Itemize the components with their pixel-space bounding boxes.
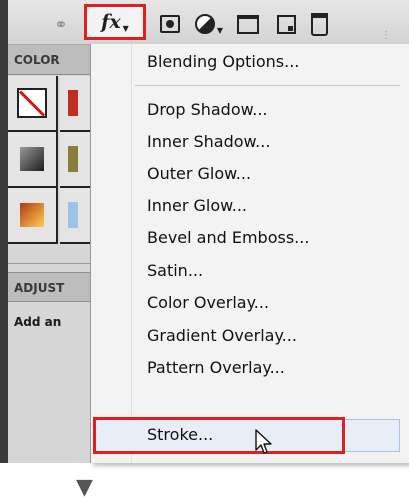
triangle-icon: ▼	[76, 475, 93, 500]
swatch-red[interactable]	[60, 76, 90, 132]
left-panel: COLOR ADJUST Add an ▼	[8, 45, 93, 500]
window-edge	[0, 0, 8, 463]
swatch-gray-gradient[interactable]	[8, 132, 58, 188]
add-mask-icon[interactable]	[159, 13, 181, 35]
folder-icon[interactable]	[236, 13, 260, 35]
mouse-cursor-icon	[255, 429, 272, 454]
menu-gutter	[91, 44, 132, 463]
menu-item-inner-shadow[interactable]: Inner Shadow...	[147, 126, 397, 158]
new-layer-icon[interactable]	[275, 13, 297, 35]
adjustment-layer-icon[interactable]: ▼	[194, 13, 224, 35]
link-icon[interactable]: ⚭	[46, 13, 76, 35]
menu-separator	[135, 85, 400, 86]
menu-item-color-overlay[interactable]: Color Overlay...	[147, 287, 397, 319]
menu-item-drop-shadow[interactable]: Drop Shadow...	[147, 94, 397, 126]
color-tab[interactable]: COLOR	[8, 45, 90, 75]
panel-divider	[8, 263, 90, 264]
menu-item-blending-options[interactable]: Blending Options...	[147, 46, 397, 78]
swatch-blue[interactable]	[60, 188, 90, 244]
menu-item-pattern-overlay[interactable]: Pattern Overlay...	[147, 352, 397, 384]
swatch-orange-gradient[interactable]	[8, 188, 58, 244]
swatch-olive[interactable]	[60, 132, 90, 188]
layer-style-menu: Blending Options... Drop Shadow... Inner…	[90, 44, 409, 463]
trash-icon[interactable]	[307, 12, 331, 36]
fx-icon[interactable]: fx ▼	[84, 4, 146, 40]
add-adjustment-text: Add an	[14, 315, 62, 329]
menu-item-bevel-emboss[interactable]: Bevel and Emboss...	[147, 222, 397, 254]
menu-item-outer-glow[interactable]: Outer Glow...	[147, 158, 397, 190]
menu-item-satin[interactable]: Satin...	[147, 255, 397, 287]
menu-item-gradient-overlay[interactable]: Gradient Overlay...	[147, 320, 397, 352]
layers-panel-toolbar: ⚭ fx ▼ ▼ ⋮	[8, 0, 409, 45]
swatch-none[interactable]	[8, 76, 58, 132]
fx-label: fx	[101, 11, 121, 33]
resize-grip-icon[interactable]: ⋮	[378, 24, 394, 46]
adjustments-tab[interactable]: ADJUST	[8, 272, 90, 302]
menu-item-inner-glow[interactable]: Inner Glow...	[147, 190, 397, 222]
